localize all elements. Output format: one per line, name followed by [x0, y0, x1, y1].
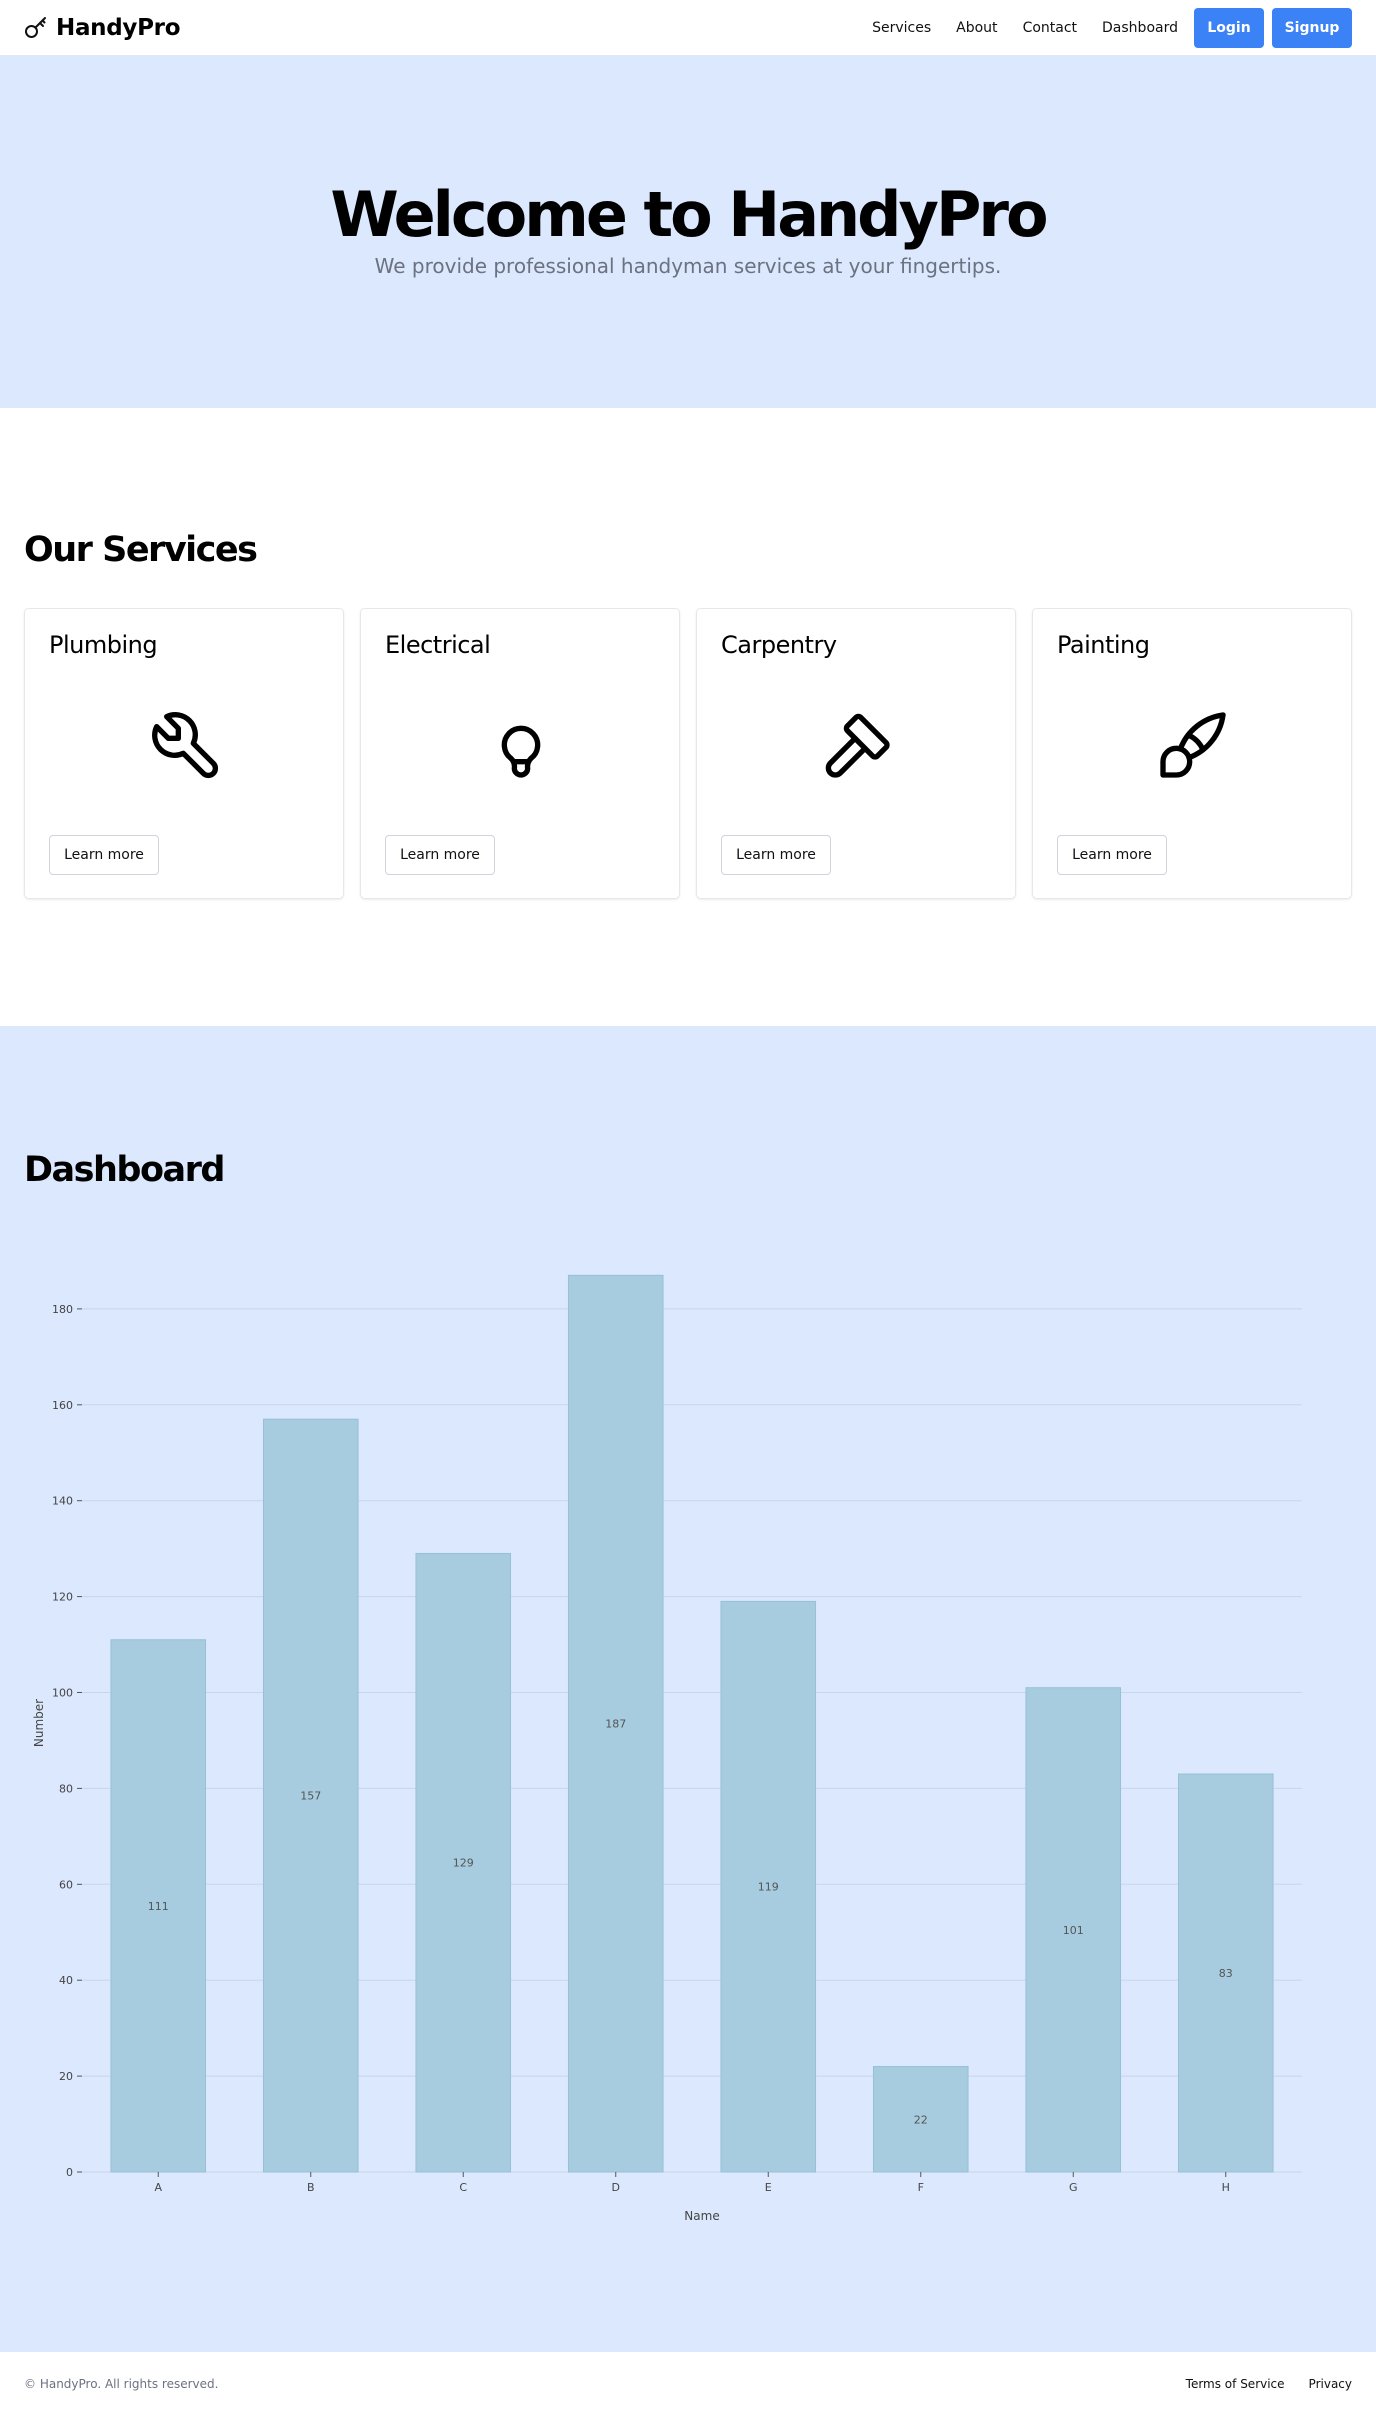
x-tick-label: A	[154, 2181, 162, 2194]
data-label: 22	[914, 2113, 928, 2126]
service-card-painting: Painting Learn more	[1032, 608, 1352, 899]
hero-subtitle: We provide professional handyman service…	[374, 254, 1002, 278]
x-tick-label: C	[459, 2181, 467, 2194]
y-tick-label: 20	[59, 2070, 73, 2083]
nav-link-dashboard[interactable]: Dashboard	[1102, 20, 1178, 36]
x-tick-label: G	[1069, 2181, 1078, 2194]
services-title: Our Services	[24, 530, 258, 570]
x-axis-title: Name	[684, 2209, 719, 2223]
x-tick-label: F	[918, 2181, 924, 2194]
service-card-title: Electrical	[385, 631, 491, 659]
login-button[interactable]: Login	[1194, 7, 1264, 48]
data-label: 129	[453, 1857, 474, 1870]
y-tick-label: 60	[59, 1878, 73, 1891]
service-card-carpentry: Carpentry Learn more	[696, 608, 1016, 899]
y-tick-label: 0	[66, 2166, 73, 2179]
x-tick-label: D	[612, 2181, 620, 2194]
dashboard-section: Dashboard 0 20 40 60 80 100 120 140 160 180 111 A 15…	[0, 1026, 1376, 2352]
service-card-electrical: Electrical Learn more	[360, 608, 680, 899]
nav-menu: Services About Contact Dashboard Login S…	[872, 7, 1352, 48]
data-label: 157	[300, 1790, 321, 1803]
learn-more-button[interactable]: Learn more	[1057, 835, 1167, 875]
navbar: HandyPro Services About Contact Dashboar…	[0, 0, 1376, 56]
y-tick-label: 100	[52, 1687, 73, 1700]
lightbulb-icon	[501, 725, 541, 778]
service-card-title: Painting	[1057, 631, 1150, 659]
y-axis-title: Number	[32, 1699, 46, 1747]
x-tick-label: H	[1222, 2181, 1230, 2194]
y-tick-label: 120	[52, 1591, 73, 1604]
hammer-icon	[825, 713, 890, 778]
footer: © HandyPro. All rights reserved. Terms o…	[0, 2352, 1376, 2415]
hero-section: Welcome to HandyPro We provide professio…	[0, 56, 1376, 408]
hero-title: Welcome to HandyPro	[330, 178, 1048, 251]
bar-chart: 0 20 40 60 80 100 120 140 160 180 111 A 157 B 129 C 187 D…	[32, 1274, 1302, 2223]
y-tick-label: 80	[59, 1782, 73, 1795]
data-label: 83	[1219, 1967, 1233, 1980]
footer-links: Terms of Service Privacy	[1162, 2377, 1352, 2391]
data-label: 119	[758, 1881, 779, 1894]
y-tick-label: 140	[52, 1495, 73, 1508]
service-card-title: Plumbing	[49, 631, 158, 659]
learn-more-button[interactable]: Learn more	[385, 835, 495, 875]
x-tick-label: E	[765, 2181, 772, 2194]
paintbrush-icon	[1160, 712, 1226, 778]
y-tick-label: 160	[52, 1399, 73, 1412]
brand[interactable]: HandyPro	[24, 14, 181, 41]
service-card-title: Carpentry	[721, 631, 837, 659]
brand-name: HandyPro	[56, 14, 181, 41]
signup-button[interactable]: Signup	[1272, 7, 1352, 48]
nav-link-services[interactable]: Services	[872, 20, 931, 36]
privacy-link[interactable]: Privacy	[1309, 2377, 1352, 2391]
key-icon	[25, 16, 46, 38]
x-tick-label: B	[307, 2181, 315, 2194]
y-tick-label: 40	[59, 1974, 73, 1987]
data-label: 101	[1063, 1924, 1084, 1937]
learn-more-button[interactable]: Learn more	[721, 835, 831, 875]
service-card-plumbing: Plumbing Learn more	[24, 608, 344, 899]
copyright-text: © HandyPro. All rights reserved.	[24, 2376, 219, 2391]
wrench-icon	[152, 712, 219, 779]
y-tick-label: 180	[52, 1303, 73, 1316]
data-label: 187	[605, 1718, 626, 1731]
learn-more-button[interactable]: Learn more	[49, 835, 159, 875]
nav-link-about[interactable]: About	[956, 20, 997, 36]
nav-link-contact[interactable]: Contact	[1023, 20, 1077, 36]
terms-link[interactable]: Terms of Service	[1186, 2377, 1285, 2391]
data-label: 111	[148, 1900, 169, 1913]
